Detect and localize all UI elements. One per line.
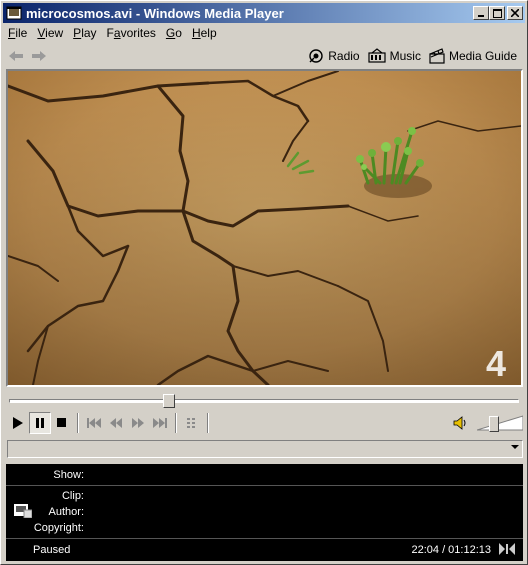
forward-button[interactable] <box>29 47 49 65</box>
mute-button[interactable] <box>449 412 471 434</box>
media-guide-label: Media Guide <box>448 49 517 63</box>
seek-thumb[interactable] <box>163 394 176 408</box>
volume-control <box>449 412 524 434</box>
chevron-down-icon <box>511 445 519 449</box>
divider <box>6 485 523 486</box>
time-readout: 22:04 / 01:12:13 <box>411 544 491 556</box>
maximize-button[interactable] <box>489 6 505 20</box>
separator <box>175 413 177 433</box>
rewind-button[interactable] <box>105 412 127 434</box>
radio-icon <box>309 49 323 63</box>
menu-file[interactable]: File <box>3 26 32 40</box>
skip-back-icon <box>87 418 101 428</box>
music-label: Music <box>389 49 421 63</box>
connection-icon <box>499 543 515 555</box>
stop-button[interactable] <box>51 412 73 434</box>
previous-button[interactable] <box>83 412 105 434</box>
playlist-button[interactable] <box>181 412 203 434</box>
status-text: Paused <box>33 544 71 556</box>
video-display[interactable]: 4 <box>6 69 523 387</box>
minimize-icon <box>478 15 484 17</box>
back-arrow-icon <box>9 51 23 61</box>
separator <box>207 413 209 433</box>
video-frame-image: 4 <box>8 71 521 385</box>
playlist-icon <box>187 418 195 428</box>
title-bar[interactable]: microcosmos.avi - Windows Media Player <box>3 3 525 23</box>
menu-go[interactable]: Go <box>161 26 187 40</box>
copyright-label: Copyright: <box>33 522 84 534</box>
volume-thumb[interactable] <box>488 416 499 432</box>
file-type-icon <box>14 504 32 518</box>
seek-bar[interactable] <box>9 394 519 408</box>
fast-forward-icon <box>132 418 144 428</box>
minimize-button[interactable] <box>473 6 489 20</box>
volume-slider[interactable] <box>476 415 524 432</box>
radio-link[interactable]: Radio <box>308 48 360 64</box>
music-icon <box>368 48 386 63</box>
forward-arrow-icon <box>32 51 46 61</box>
clapperboard-icon <box>429 48 445 64</box>
back-button[interactable] <box>6 47 26 65</box>
separator <box>77 413 79 433</box>
skip-forward-icon <box>153 418 167 428</box>
nav-toolbar: Radio Music Media Guide <box>3 44 525 68</box>
pause-button[interactable] <box>29 412 51 434</box>
volume-ramp <box>476 415 524 431</box>
media-player-window: microcosmos.avi - Windows Media Player F… <box>0 0 528 565</box>
menu-favorites[interactable]: Favorites <box>102 26 161 40</box>
close-icon <box>511 9 519 17</box>
play-button[interactable] <box>7 412 29 434</box>
music-link[interactable]: Music <box>368 48 421 64</box>
menu-view[interactable]: View <box>32 26 68 40</box>
divider <box>6 538 523 539</box>
media-info-panel: Show: Clip: Author: Copyright: Paused 22… <box>6 464 523 561</box>
maximize-icon <box>492 8 502 18</box>
rewind-icon <box>110 418 122 428</box>
window-title: microcosmos.avi - Windows Media Player <box>26 5 284 21</box>
play-icon <box>13 417 23 429</box>
channel-logo-text: 4 <box>486 343 506 384</box>
speaker-icon <box>453 416 466 430</box>
channel-logo: 4 <box>486 343 506 384</box>
menu-bar: File View Play Favorites Go Help <box>3 23 525 43</box>
menu-help[interactable]: Help <box>187 26 222 40</box>
media-guide-link[interactable]: Media Guide <box>429 48 517 64</box>
close-button[interactable] <box>507 6 523 20</box>
presets-dropdown[interactable] <box>7 440 523 458</box>
stop-icon <box>57 418 66 427</box>
seek-track[interactable] <box>9 399 519 403</box>
show-label: Show: <box>53 469 84 481</box>
pause-icon <box>36 418 44 428</box>
fast-forward-button[interactable] <box>127 412 149 434</box>
radio-label: Radio <box>328 49 360 63</box>
menu-play[interactable]: Play <box>68 26 101 40</box>
transport-controls <box>7 411 524 435</box>
next-button[interactable] <box>149 412 171 434</box>
clip-label: Clip: <box>61 490 84 502</box>
app-icon <box>6 6 22 20</box>
